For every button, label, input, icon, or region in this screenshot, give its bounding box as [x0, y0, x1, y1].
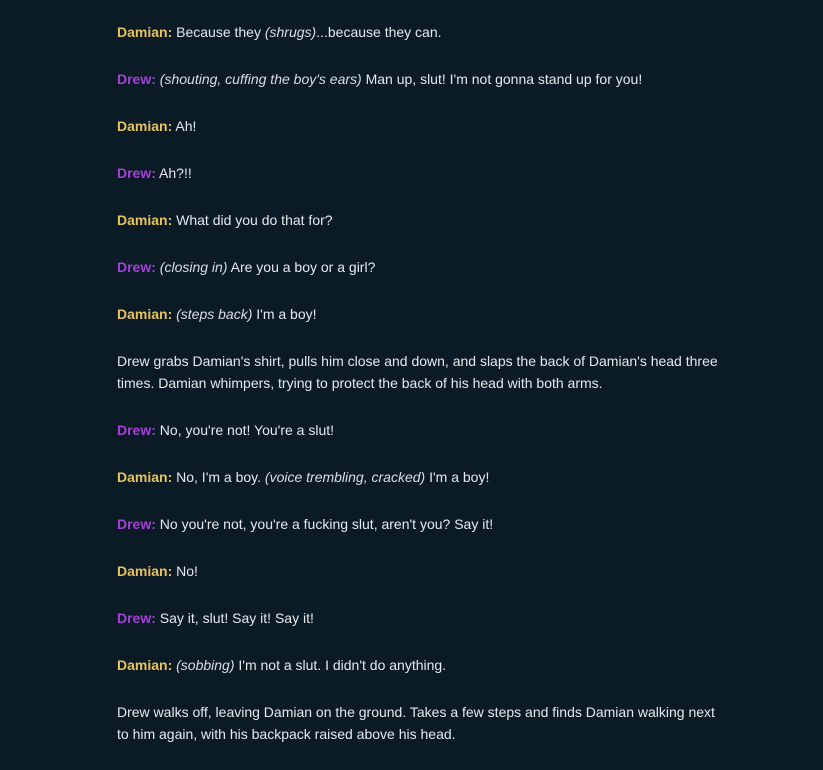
speaker-name: Damian:: [117, 118, 173, 134]
dialogue-line: Damian: (steps back) I'm a boy!: [117, 303, 727, 325]
dialogue-line: Damian: Because they (shrugs)...because …: [117, 21, 727, 43]
parenthetical-text: (shrugs): [264, 24, 317, 40]
dialogue-line: Damian: No, I'm a boy. (voice trembling,…: [117, 466, 727, 488]
line-text: Drew walks off, leaving Damian on the gr…: [117, 704, 715, 742]
dialogue-line: Drew: Ah?!!: [117, 162, 727, 184]
script-content: Damian: Because they (shrugs)...because …: [117, 21, 727, 770]
dialogue-line: Drew: (shouting, cuffing the boy's ears)…: [117, 68, 727, 90]
parenthetical-text: (closing in): [159, 259, 228, 275]
dialogue-line: Damian: Ah!: [117, 115, 727, 137]
parenthetical-text: (voice trembling, cracked): [264, 469, 426, 485]
speaker-name: Drew:: [117, 516, 156, 532]
line-text: I'm not a slut. I didn't do anything.: [234, 657, 447, 673]
stage-direction: Drew grabs Damian's shirt, pulls him clo…: [117, 350, 727, 394]
dialogue-line: Drew: No you're not, you're a fucking sl…: [117, 513, 727, 535]
stage-direction: Drew walks off, leaving Damian on the gr…: [117, 701, 727, 745]
parenthetical-text: (sobbing): [176, 657, 235, 673]
dialogue-line: Damian: What did you do that for?: [117, 209, 727, 231]
line-text: Say it, slut! Say it! Say it!: [159, 610, 314, 626]
parenthetical-text: (steps back): [176, 306, 253, 322]
dialogue-line: Damian: (sobbing) I'm not a slut. I didn…: [117, 654, 727, 676]
dialogue-line: Drew: No, you're not! You're a slut!: [117, 419, 727, 441]
line-text: ...because they can.: [316, 24, 442, 40]
dialogue-line: Drew: Say it, slut! Say it! Say it!: [117, 607, 727, 629]
speaker-name: Drew:: [117, 610, 156, 626]
speaker-name: Drew:: [117, 71, 156, 87]
line-text: I'm a boy!: [252, 306, 317, 322]
speaker-name: Damian:: [117, 657, 173, 673]
speaker-name: Damian:: [117, 24, 173, 40]
line-text: Man up, slut! I'm not gonna stand up for…: [361, 71, 643, 87]
speaker-name: Drew:: [117, 165, 156, 181]
line-text: I'm a boy!: [425, 469, 490, 485]
speaker-name: Drew:: [117, 422, 156, 438]
line-text: No, I'm a boy.: [176, 469, 265, 485]
speaker-name: Damian:: [117, 306, 173, 322]
speaker-name: Drew:: [117, 259, 156, 275]
dialogue-line: Drew: (closing in) Are you a boy or a gi…: [117, 256, 727, 278]
line-text: Ah!: [175, 118, 197, 134]
speaker-name: Damian:: [117, 563, 173, 579]
speaker-name: Damian:: [117, 469, 173, 485]
line-text: Drew grabs Damian's shirt, pulls him clo…: [117, 353, 718, 391]
line-text: Because they: [176, 24, 265, 40]
line-text: No, you're not! You're a slut!: [159, 422, 335, 438]
line-text: No!: [176, 563, 198, 579]
speaker-name: Damian:: [117, 212, 173, 228]
parenthetical-text: (shouting, cuffing the boy's ears): [159, 71, 362, 87]
line-text: What did you do that for?: [176, 212, 333, 228]
line-text: Ah?!!: [159, 165, 192, 181]
line-text: No you're not, you're a fucking slut, ar…: [159, 516, 494, 532]
dialogue-line: Damian: No!: [117, 560, 727, 582]
line-text: Are you a boy or a girl?: [227, 259, 376, 275]
